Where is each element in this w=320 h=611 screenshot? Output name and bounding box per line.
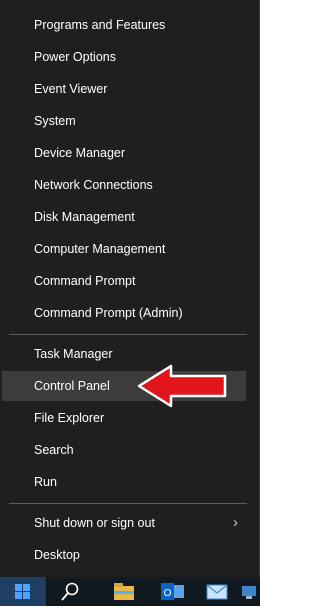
file-explorer-icon	[114, 583, 134, 600]
red-arrow-annotation	[137, 364, 227, 408]
svg-text:O: O	[164, 588, 172, 599]
menu-item-shut-down-label: Shut down or sign out	[34, 516, 155, 530]
windows-start-icon	[15, 584, 30, 599]
menu-item-event-viewer[interactable]: Event Viewer	[2, 74, 246, 104]
network-icon	[242, 586, 256, 599]
menu-item-run[interactable]: Run	[2, 467, 246, 497]
taskbar-search-button[interactable]	[46, 577, 92, 606]
menu-item-search[interactable]: Search	[2, 435, 246, 465]
menu-item-power-options[interactable]: Power Options	[2, 42, 246, 72]
outlook-icon: O	[161, 583, 184, 600]
mail-icon	[206, 584, 228, 600]
chevron-right-icon: ›	[233, 514, 238, 531]
menu-item-network-connections[interactable]: Network Connections	[2, 170, 246, 200]
menu-item-shut-down[interactable]: Shut down or sign out ›	[2, 508, 246, 538]
menu-item-device-manager[interactable]: Device Manager	[2, 138, 246, 168]
menu-separator	[9, 503, 247, 504]
taskbar: O	[0, 577, 260, 606]
winx-power-user-menu: Programs and Features Power Options Even…	[0, 0, 260, 577]
menu-item-disk-management[interactable]: Disk Management	[2, 202, 246, 232]
menu-item-computer-management[interactable]: Computer Management	[2, 234, 246, 264]
menu-separator	[9, 334, 247, 335]
search-icon	[61, 582, 79, 601]
menu-item-command-prompt[interactable]: Command Prompt	[2, 266, 246, 296]
menu-item-desktop[interactable]: Desktop	[2, 540, 246, 570]
windows-start-button[interactable]	[0, 577, 46, 606]
taskbar-network[interactable]	[240, 577, 260, 606]
taskbar-outlook[interactable]: O	[152, 577, 198, 606]
menu-item-system[interactable]: System	[2, 106, 246, 136]
menu-item-command-prompt-admin[interactable]: Command Prompt (Admin)	[2, 298, 246, 328]
menu-item-programs-and-features[interactable]: Programs and Features	[2, 10, 246, 40]
taskbar-file-explorer[interactable]	[104, 577, 150, 606]
